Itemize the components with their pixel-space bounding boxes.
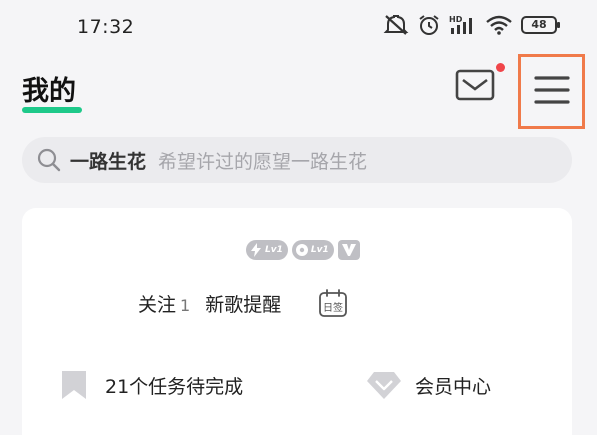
- v-badge[interactable]: [337, 240, 360, 260]
- mute-icon: [383, 15, 409, 35]
- search-keyword: 一路生花: [70, 150, 147, 173]
- status-bar: 17:32 HD 48: [0, 0, 597, 56]
- hd-signal-icon: HD: [449, 15, 472, 34]
- lightning-badge-level: Lv1: [265, 245, 283, 255]
- checkin-label: 日签: [323, 301, 343, 314]
- level-badges: Lv1 Lv1: [246, 240, 360, 260]
- record-badge[interactable]: Lv1: [291, 240, 334, 260]
- mail-button[interactable]: [454, 68, 496, 102]
- search-hint: 希望许过的愿望一路生花: [158, 150, 368, 173]
- page-title: 我的: [22, 76, 76, 107]
- follow-row: 关注 1 新歌提醒: [138, 290, 281, 317]
- bookmark-icon: [62, 371, 86, 399]
- status-icons: HD 48: [383, 14, 560, 36]
- follow-count[interactable]: 1: [180, 296, 190, 315]
- wifi-icon: [486, 15, 512, 35]
- new-song-alert-link[interactable]: 新歌提醒: [205, 290, 281, 317]
- svg-text:HD: HD: [449, 15, 463, 24]
- calendar-icon: 日签: [319, 289, 347, 317]
- title-underline: [22, 107, 82, 113]
- diamond-icon: [367, 372, 401, 399]
- mail-icon: [455, 69, 495, 101]
- hamburger-menu-icon: [534, 76, 570, 104]
- v-badge-icon: [341, 244, 356, 256]
- record-icon: [295, 244, 308, 256]
- menu-button[interactable]: [518, 54, 585, 129]
- lightning-badge[interactable]: Lv1: [246, 240, 288, 260]
- tasks-entry[interactable]: 21个任务待完成: [60, 370, 243, 400]
- search-bar[interactable]: 一路生花 希望许过的愿望一路生花: [22, 137, 572, 183]
- record-badge-level: Lv1: [310, 245, 329, 255]
- lightning-icon: [251, 243, 261, 257]
- daily-checkin-button[interactable]: 日签: [318, 288, 348, 318]
- status-time: 17:32: [77, 16, 135, 38]
- search-icon: [37, 148, 61, 172]
- vip-center-label: 会员中心: [415, 375, 492, 398]
- profile-card: Lv1 Lv1 关注 1 新歌提醒 日签 21个任务待完成 会员中心: [22, 208, 572, 435]
- unread-dot: [496, 63, 505, 72]
- follow-label[interactable]: 关注: [138, 290, 176, 317]
- vip-center-entry[interactable]: 会员中心: [366, 370, 491, 400]
- tasks-label: 21个任务待完成: [105, 375, 244, 398]
- battery-icon: 48: [521, 16, 560, 34]
- alarm-icon: [419, 15, 439, 35]
